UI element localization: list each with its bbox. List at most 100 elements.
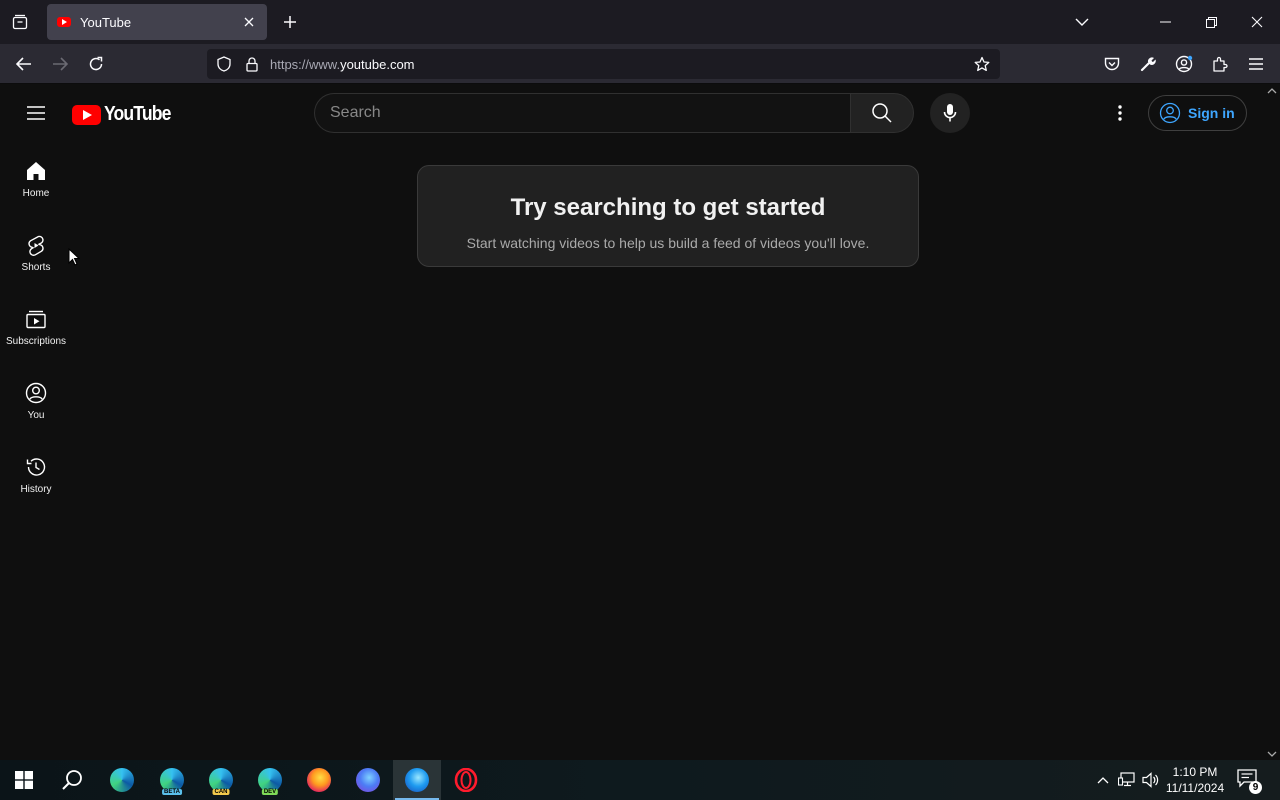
taskbar-firefox[interactable] [295,760,343,800]
search-icon [872,103,892,123]
sidebar-item-subscriptions[interactable]: Subscriptions [0,293,72,359]
settings-more-button[interactable] [1104,97,1136,129]
more-vertical-icon [1118,105,1122,121]
developer-tools-button[interactable] [1134,50,1162,78]
sidebar-item-shorts[interactable]: Shorts [0,219,72,285]
guide-menu-button[interactable] [20,97,52,129]
new-tab-button[interactable] [278,10,302,34]
windows-taskbar: BETA CAN DEV 1:10 PM 11/11/2024 9 [0,760,1280,800]
wrench-icon [1140,57,1156,72]
chevron-down-icon [1267,751,1277,757]
taskbar-firefox-nightly[interactable] [393,760,441,800]
shorts-icon [28,235,44,256]
taskbar-opera[interactable] [442,760,490,800]
firefox-icon [307,768,331,792]
network-button[interactable] [1117,770,1137,790]
hamburger-menu-icon [27,106,45,120]
sign-in-label: Sign in [1188,105,1235,121]
sidebar-item-label: You [27,410,45,421]
minimize-icon [1159,21,1171,23]
edge-dev-icon: DEV [258,768,282,795]
pocket-icon [1104,57,1120,71]
start-button[interactable] [0,760,48,800]
voice-search-button[interactable] [930,93,970,133]
browser-navigation-bar: https://www.youtube.com [0,44,1280,84]
microphone-icon [943,104,957,122]
firefox-developer-icon [356,768,380,792]
scroll-up-arrow[interactable] [1267,88,1277,94]
youtube-logo[interactable]: YouTube [72,103,180,126]
minimize-button[interactable] [1151,8,1179,36]
edge-beta-icon: BETA [160,768,184,795]
speaker-icon [1142,772,1159,788]
taskbar-search-button[interactable] [48,760,96,800]
tracking-protection-button[interactable] [210,50,238,78]
account-icon [1175,55,1193,73]
edge-canary-badge: CAN [212,789,230,795]
sidebar-item-you[interactable]: You [0,367,72,433]
firefox-view-icon [12,14,28,30]
reload-icon [89,56,103,71]
tab-youtube[interactable]: YouTube [47,4,267,40]
youtube-page: YouTube Sign in Home Shorts Subscription… [0,85,1280,760]
notification-count-badge: 9 [1249,781,1262,794]
firefox-view-button[interactable] [6,8,34,36]
search-button[interactable] [850,93,914,133]
chevron-up-icon [1097,777,1109,784]
shield-icon [217,56,231,72]
lock-icon [246,56,258,72]
pocket-button[interactable] [1098,50,1126,78]
tab-title: YouTube [80,14,132,30]
taskbar-edge-dev[interactable]: DEV [246,760,294,800]
puzzle-icon [1213,56,1228,72]
close-window-button[interactable] [1243,8,1271,36]
sidebar-item-home[interactable]: Home [0,145,72,211]
volume-button[interactable] [1141,770,1161,790]
you-icon [25,382,47,404]
app-menu-button[interactable] [1242,50,1270,78]
sidebar-item-label: Home [22,188,50,199]
reload-button[interactable] [82,50,110,78]
chevron-down-icon [1075,18,1089,26]
close-icon [244,17,254,27]
history-icon [26,458,46,476]
action-center-button[interactable]: 9 [1236,768,1262,794]
edge-beta-badge: BETA [162,789,182,795]
hamburger-menu-icon [1249,58,1263,70]
extensions-button[interactable] [1206,50,1234,78]
subscriptions-icon [26,310,46,329]
close-icon [1251,16,1263,28]
sign-in-button[interactable]: Sign in [1148,95,1247,131]
search-input[interactable] [330,104,851,122]
edge-dev-badge: DEV [261,789,279,795]
url-text[interactable]: https://www.youtube.com [270,57,1000,72]
show-hidden-icons-button[interactable] [1093,770,1113,790]
taskbar-edge[interactable] [98,760,146,800]
close-tab-button[interactable] [241,14,257,30]
network-icon [1118,772,1135,787]
edge-icon [110,768,134,792]
scroll-down-arrow[interactable] [1267,751,1277,757]
taskbar-edge-beta[interactable]: BETA [148,760,196,800]
list-all-tabs-button[interactable] [1068,8,1096,36]
account-button[interactable] [1170,50,1198,78]
taskbar-clock[interactable]: 1:10 PM 11/11/2024 [1163,764,1227,796]
back-button[interactable] [10,50,38,78]
prompt-title: Try searching to get started [510,194,826,221]
restore-button[interactable] [1197,8,1225,36]
search-box [314,93,851,133]
sidebar-item-label: Shorts [21,262,51,273]
address-bar[interactable]: https://www.youtube.com [207,49,1000,79]
sidebar-item-history[interactable]: History [0,441,72,507]
search-icon [62,770,82,790]
bookmark-button[interactable] [968,50,996,78]
star-icon [974,56,990,72]
url-domain: youtube.com [340,56,415,72]
sidebar-item-label: Subscriptions [5,336,67,347]
site-info-button[interactable] [238,50,266,78]
forward-button[interactable] [46,50,74,78]
taskbar-edge-canary[interactable]: CAN [197,760,245,800]
prompt-subtitle: Start watching videos to help us build a… [466,235,870,251]
taskbar-firefox-dev[interactable] [344,760,392,800]
opera-icon [454,768,478,792]
